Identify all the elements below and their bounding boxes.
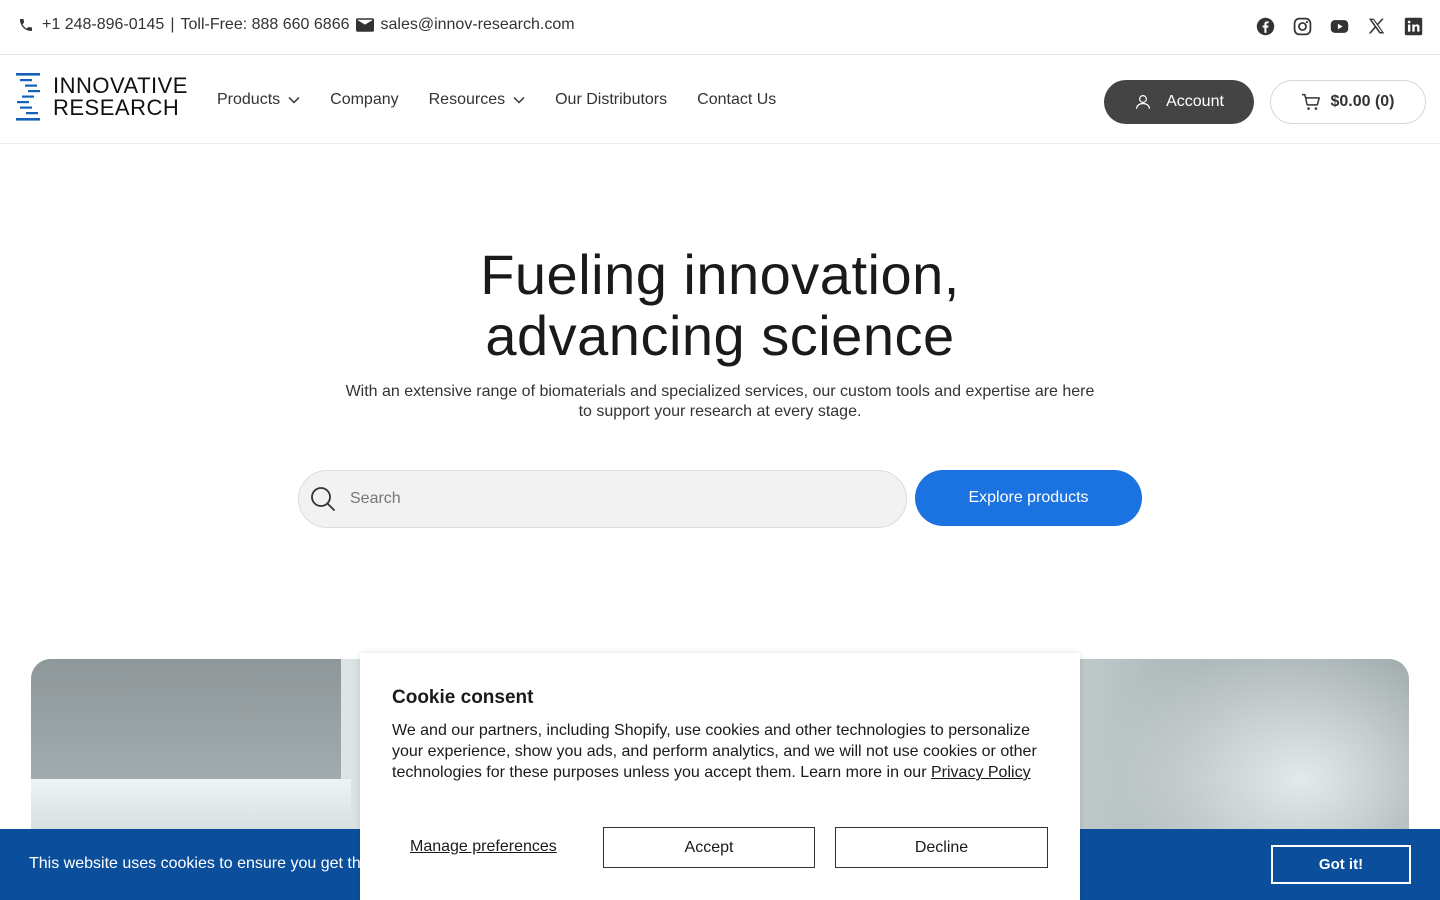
search-input[interactable]: [350, 490, 850, 508]
youtube-icon[interactable]: [1330, 17, 1349, 36]
email-link[interactable]: sales@innov-research.com: [380, 16, 574, 34]
decline-button[interactable]: Decline: [835, 827, 1048, 868]
chevron-down-icon: [513, 96, 525, 104]
consent-title: Cookie consent: [392, 687, 534, 708]
banner-ledge: [31, 779, 351, 829]
contact-info: +1 248-896-0145 | Toll-Free: 888 660 686…: [18, 16, 575, 34]
hero-title: Fueling innovation, advancing science: [0, 244, 1440, 366]
user-icon: [1136, 95, 1151, 109]
manage-preferences-link[interactable]: Manage preferences: [410, 838, 557, 856]
hero-title-line-1: Fueling innovation,: [480, 243, 960, 306]
logo[interactable]: INNOVATIVE RESEARCH: [16, 72, 188, 122]
nav-label-products: Products: [217, 91, 281, 108]
instagram-icon[interactable]: [1293, 17, 1312, 36]
nav-label-company: Company: [330, 91, 399, 108]
chevron-down-icon: [288, 96, 300, 104]
facebook-icon[interactable]: [1256, 17, 1275, 36]
search-box: [298, 470, 907, 528]
cart-label: $0.00 (0): [1330, 93, 1395, 110]
got-it-button[interactable]: Got it!: [1271, 845, 1411, 884]
nav-item-resources[interactable]: Resources: [429, 91, 525, 109]
cookie-bar-message: This website uses cookies to ensure you …: [29, 855, 361, 872]
phone-icon: [18, 17, 34, 33]
site-header: INNOVATIVE RESEARCH Products Company Res…: [0, 55, 1440, 144]
nav-item-contact[interactable]: Contact Us: [697, 91, 776, 109]
cart-icon: [1302, 93, 1321, 110]
account-button[interactable]: Account: [1104, 80, 1254, 124]
consent-body: We and our partners, including Shopify, …: [392, 720, 1056, 783]
hero-subtitle: With an extensive range of biomaterials …: [345, 383, 1095, 420]
logo-line-1: INNOVATIVE: [53, 73, 188, 98]
nav-item-company[interactable]: Company: [330, 91, 398, 109]
nav-label-distributors: Our Distributors: [555, 91, 668, 108]
linkedin-icon[interactable]: [1404, 17, 1423, 36]
nav-label-contact: Contact Us: [697, 91, 777, 108]
search-icon: [311, 487, 336, 512]
logo-text: INNOVATIVE RESEARCH: [53, 75, 188, 119]
nav-label-resources: Resources: [428, 91, 506, 108]
logo-mark-icon: [16, 73, 40, 121]
top-bar: +1 248-896-0145 | Toll-Free: 888 660 686…: [0, 0, 1440, 55]
cookie-consent-dialog: Cookie consent We and our partners, incl…: [360, 653, 1080, 900]
mail-icon: [356, 18, 375, 32]
nav-item-products[interactable]: Products: [217, 91, 300, 109]
nav-item-distributors[interactable]: Our Distributors: [555, 91, 667, 109]
separator: |: [170, 16, 175, 33]
account-label: Account: [1166, 93, 1224, 110]
hero-title-line-2: advancing science: [485, 304, 955, 367]
main-nav: Products Company Resources Our Distribut…: [217, 91, 806, 109]
social-links: [1256, 17, 1423, 36]
cart-button[interactable]: $0.00 (0): [1270, 80, 1426, 124]
accept-button[interactable]: Accept: [603, 827, 815, 868]
x-icon[interactable]: [1367, 17, 1386, 36]
explore-products-button[interactable]: Explore products: [915, 470, 1142, 526]
logo-line-2: RESEARCH: [53, 95, 180, 120]
privacy-policy-link[interactable]: Privacy Policy: [931, 764, 1031, 781]
tollfree-link[interactable]: Toll-Free: 888 660 6866: [180, 16, 349, 34]
phone-link[interactable]: +1 248-896-0145: [42, 16, 164, 34]
